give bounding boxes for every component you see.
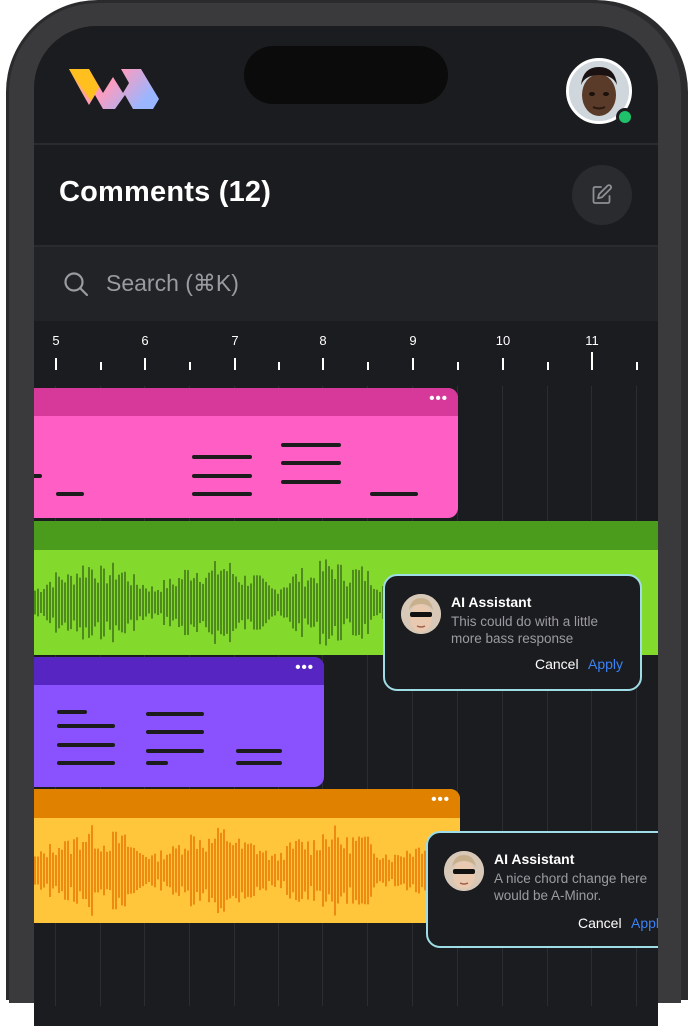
cancel-button[interactable]: Cancel <box>578 915 622 931</box>
ruler-label: 7 <box>231 333 239 348</box>
ruler-tick <box>367 362 369 370</box>
page-title: Comments (12) <box>59 176 272 208</box>
ruler-tick <box>591 352 593 370</box>
clip-menu-button[interactable]: ••• <box>295 659 314 676</box>
search-icon <box>64 272 89 297</box>
ruler-tick <box>547 362 549 370</box>
search-input[interactable]: Search (⌘K) <box>106 270 239 297</box>
timeline-ruler[interactable]: 5 6 7 8 9 10 11 <box>34 321 658 381</box>
ruler-label: 5 <box>52 333 60 348</box>
ruler-label: 10 <box>495 333 511 348</box>
ruler-tick <box>234 358 236 370</box>
comment-text: A nice chord change here would be A-Mino… <box>494 871 648 903</box>
ruler-tick <box>412 358 414 370</box>
app-logo[interactable] <box>69 69 159 109</box>
ruler-label: 6 <box>141 333 149 348</box>
comment-text: This could do with a little more bass re… <box>451 614 599 646</box>
audio-waveform <box>34 825 459 916</box>
comment-author: AI Assistant <box>451 594 532 610</box>
pencil-square-icon <box>592 184 612 204</box>
audio-waveform <box>34 559 393 646</box>
clip-header[interactable] <box>34 521 658 550</box>
apply-button[interactable]: Apply <box>631 915 658 931</box>
ruler-tick <box>278 362 280 370</box>
edit-button[interactable] <box>572 165 632 225</box>
apply-button[interactable]: Apply <box>588 656 623 672</box>
ruler-tick <box>55 358 57 370</box>
ruler-tick <box>100 362 102 370</box>
ai-assistant-avatar <box>401 594 441 634</box>
ruler-label: 8 <box>319 333 327 348</box>
ruler-tick <box>636 362 638 370</box>
ruler-tick <box>502 358 504 370</box>
online-status-dot <box>616 108 634 126</box>
comment-card[interactable]: AI Assistant This could do with a little… <box>383 574 642 691</box>
ruler-tick <box>457 362 459 370</box>
dynamic-island <box>244 46 448 104</box>
audio-clip-yellow[interactable]: ••• <box>34 789 460 923</box>
search-bar[interactable]: Search (⌘K) <box>34 247 658 321</box>
ruler-label: 9 <box>409 333 417 348</box>
app-screen: Comments (12) Search (⌘K) 5 6 7 8 9 10 1… <box>34 26 658 1026</box>
midi-clip-pink[interactable]: ••• <box>34 388 458 518</box>
clip-header[interactable] <box>34 789 460 818</box>
header-divider <box>34 143 658 145</box>
clip-header[interactable] <box>34 657 324 685</box>
ruler-label: 11 <box>585 333 599 348</box>
cancel-button[interactable]: Cancel <box>535 656 579 672</box>
clip-menu-button[interactable]: ••• <box>429 390 448 407</box>
clip-menu-button[interactable]: ••• <box>431 791 450 808</box>
ruler-tick <box>189 362 191 370</box>
ai-assistant-avatar <box>444 851 484 891</box>
midi-clip-purple[interactable]: ••• <box>34 657 324 787</box>
clip-header[interactable] <box>34 388 458 416</box>
ruler-tick <box>322 358 324 370</box>
comment-card[interactable]: AI Assistant A nice chord change here wo… <box>426 831 658 948</box>
comment-author: AI Assistant <box>494 851 575 867</box>
ruler-tick <box>144 358 146 370</box>
